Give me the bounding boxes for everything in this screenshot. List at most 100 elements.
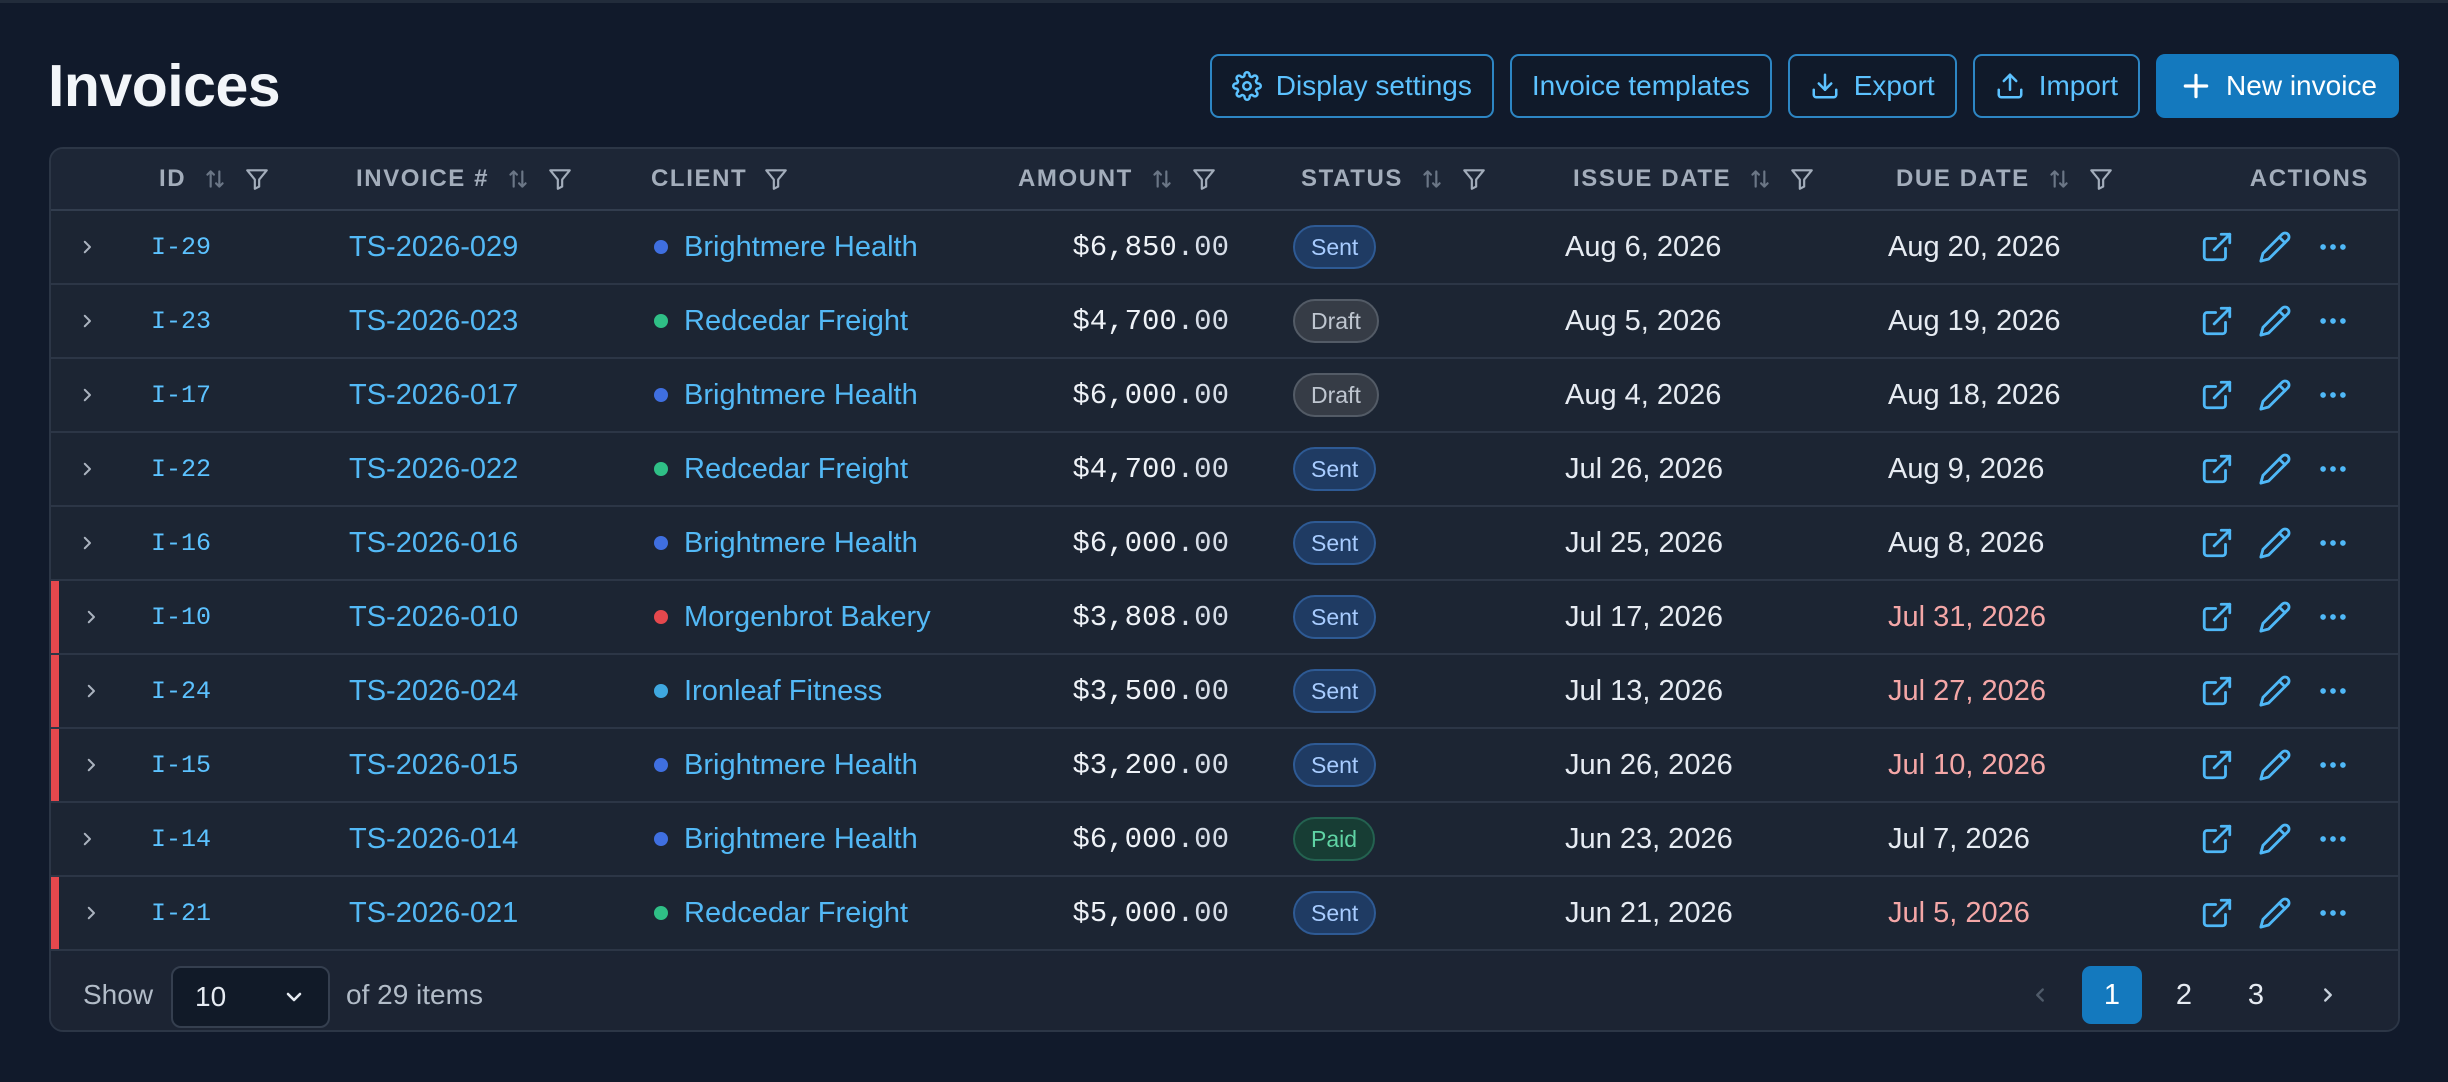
invoice-number-link[interactable]: TS-2026-029 — [349, 211, 518, 283]
expand-row-button[interactable] — [75, 359, 99, 431]
more-options-icon[interactable] — [2316, 230, 2350, 264]
sort-icon[interactable] — [202, 166, 228, 192]
client-link[interactable]: Redcedar Freight — [654, 433, 908, 505]
table-row[interactable]: I-21 TS-2026-021 Redcedar Freight $5,000… — [51, 877, 2398, 951]
table-row[interactable]: I-22 TS-2026-022 Redcedar Freight $4,700… — [51, 433, 2398, 507]
table-row[interactable]: I-29 TS-2026-029 Brightmere Health $6,85… — [51, 211, 2398, 285]
invoice-number-link[interactable]: TS-2026-021 — [349, 877, 518, 949]
expand-row-button[interactable] — [79, 877, 103, 949]
page-button-2[interactable]: 2 — [2154, 966, 2214, 1024]
edit-pencil-icon[interactable] — [2258, 378, 2292, 412]
invoice-number-link[interactable]: TS-2026-014 — [349, 803, 518, 875]
open-external-icon[interactable] — [2200, 748, 2234, 782]
more-options-icon[interactable] — [2316, 600, 2350, 634]
more-options-icon[interactable] — [2316, 378, 2350, 412]
client-link[interactable]: Brightmere Health — [654, 211, 918, 283]
page-button-1[interactable]: 1 — [2082, 966, 2142, 1024]
open-external-icon[interactable] — [2200, 674, 2234, 708]
open-external-icon[interactable] — [2200, 822, 2234, 856]
export-button[interactable]: Export — [1787, 54, 1957, 118]
previous-page-button[interactable] — [2010, 966, 2070, 1024]
table-row[interactable]: I-14 TS-2026-014 Brightmere Health $6,00… — [51, 803, 2398, 877]
more-options-icon[interactable] — [2316, 526, 2350, 560]
filter-icon[interactable] — [1191, 166, 1217, 192]
edit-pencil-icon[interactable] — [2258, 674, 2292, 708]
expand-row-button[interactable] — [79, 655, 103, 727]
invoice-number-link[interactable]: TS-2026-010 — [349, 581, 518, 653]
filter-icon[interactable] — [2088, 166, 2114, 192]
new-invoice-button[interactable]: New invoice — [2156, 54, 2399, 118]
table-row[interactable]: I-16 TS-2026-016 Brightmere Health $6,00… — [51, 507, 2398, 581]
edit-pencil-icon[interactable] — [2258, 896, 2292, 930]
client-link[interactable]: Ironleaf Fitness — [654, 655, 882, 727]
table-row[interactable]: I-24 TS-2026-024 Ironleaf Fitness $3,500… — [51, 655, 2398, 729]
expand-row-button[interactable] — [79, 729, 103, 801]
client-link[interactable]: Brightmere Health — [654, 507, 918, 579]
invoice-number-link[interactable]: TS-2026-015 — [349, 729, 518, 801]
more-options-icon[interactable] — [2316, 674, 2350, 708]
column-header-client[interactable]: CLIENT — [651, 149, 789, 209]
display-settings-button[interactable]: Display settings — [1209, 54, 1494, 118]
expand-row-button[interactable] — [75, 803, 99, 875]
client-link[interactable]: Redcedar Freight — [654, 285, 908, 357]
invoice-number-link[interactable]: TS-2026-017 — [349, 359, 518, 431]
expand-row-button[interactable] — [79, 581, 103, 653]
table-row[interactable]: I-17 TS-2026-017 Brightmere Health $6,00… — [51, 359, 2398, 433]
column-header-issue-date[interactable]: ISSUE DATE — [1573, 149, 1815, 209]
edit-pencil-icon[interactable] — [2258, 600, 2292, 634]
column-header-due-date[interactable]: DUE DATE — [1896, 149, 2114, 209]
open-external-icon[interactable] — [2200, 600, 2234, 634]
table-row[interactable]: I-10 TS-2026-010 Morgenbrot Bakery $3,80… — [51, 581, 2398, 655]
edit-pencil-icon[interactable] — [2258, 230, 2292, 264]
column-header-status[interactable]: STATUS — [1301, 149, 1487, 209]
client-link[interactable]: Redcedar Freight — [654, 877, 908, 949]
filter-icon[interactable] — [547, 166, 573, 192]
more-options-icon[interactable] — [2316, 896, 2350, 930]
expand-row-button[interactable] — [75, 433, 99, 505]
page-size-select[interactable]: 10 — [171, 966, 330, 1028]
edit-pencil-icon[interactable] — [2258, 452, 2292, 486]
expand-row-button[interactable] — [75, 211, 99, 283]
import-button[interactable]: Import — [1972, 54, 2141, 118]
open-external-icon[interactable] — [2200, 896, 2234, 930]
open-external-icon[interactable] — [2200, 304, 2234, 338]
column-header-amount[interactable]: AMOUNT — [1018, 149, 1217, 209]
open-external-icon[interactable] — [2200, 378, 2234, 412]
next-page-button[interactable] — [2298, 966, 2358, 1024]
client-link[interactable]: Brightmere Health — [654, 803, 918, 875]
more-options-icon[interactable] — [2316, 748, 2350, 782]
edit-pencil-icon[interactable] — [2258, 822, 2292, 856]
expand-row-button[interactable] — [75, 285, 99, 357]
column-header-invoice[interactable]: INVOICE # — [356, 149, 573, 209]
sort-icon[interactable] — [2046, 166, 2072, 192]
filter-icon[interactable] — [244, 166, 270, 192]
open-external-icon[interactable] — [2200, 230, 2234, 264]
filter-icon[interactable] — [763, 166, 789, 192]
invoice-number-link[interactable]: TS-2026-016 — [349, 507, 518, 579]
more-options-icon[interactable] — [2316, 822, 2350, 856]
page-button-3[interactable]: 3 — [2226, 966, 2286, 1024]
table-row[interactable]: I-23 TS-2026-023 Redcedar Freight $4,700… — [51, 285, 2398, 359]
invoice-templates-button[interactable]: Invoice templates — [1509, 54, 1772, 118]
open-external-icon[interactable] — [2200, 526, 2234, 560]
client-link[interactable]: Brightmere Health — [654, 729, 918, 801]
open-external-icon[interactable] — [2200, 452, 2234, 486]
edit-pencil-icon[interactable] — [2258, 304, 2292, 338]
invoice-number-link[interactable]: TS-2026-024 — [349, 655, 518, 727]
expand-row-button[interactable] — [75, 507, 99, 579]
sort-icon[interactable] — [505, 166, 531, 192]
invoice-number-link[interactable]: TS-2026-023 — [349, 285, 518, 357]
client-link[interactable]: Morgenbrot Bakery — [654, 581, 931, 653]
table-row[interactable]: I-15 TS-2026-015 Brightmere Health $3,20… — [51, 729, 2398, 803]
sort-icon[interactable] — [1149, 166, 1175, 192]
edit-pencil-icon[interactable] — [2258, 748, 2292, 782]
edit-pencil-icon[interactable] — [2258, 526, 2292, 560]
client-link[interactable]: Brightmere Health — [654, 359, 918, 431]
filter-icon[interactable] — [1461, 166, 1487, 192]
more-options-icon[interactable] — [2316, 304, 2350, 338]
sort-icon[interactable] — [1419, 166, 1445, 192]
column-header-id[interactable]: ID — [159, 149, 270, 209]
filter-icon[interactable] — [1789, 166, 1815, 192]
sort-icon[interactable] — [1747, 166, 1773, 192]
more-options-icon[interactable] — [2316, 452, 2350, 486]
